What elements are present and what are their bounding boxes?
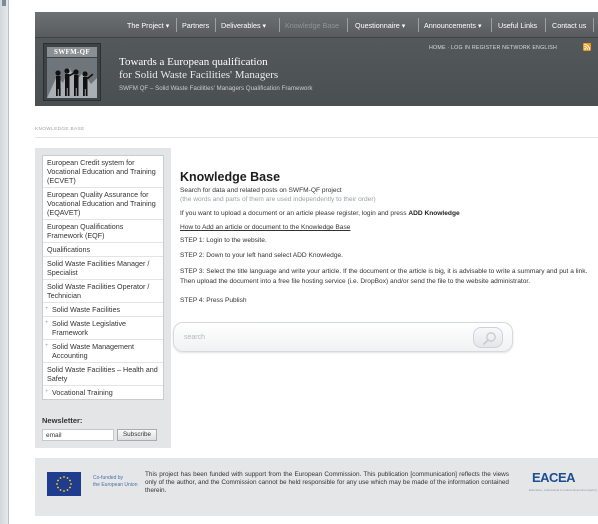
sidebar-item-eqavet[interactable]: European Quality Assurance for Vocationa…	[43, 188, 163, 220]
eacea-logo-text: EACEA	[532, 470, 576, 485]
nav-separator	[347, 18, 348, 32]
howto-link[interactable]: How to Add an article or document to the…	[180, 224, 350, 231]
site-title-line2: for Solid Waste Facilities' Managers	[119, 69, 279, 81]
eacea-subtitle: Education, Audiovisual & Culture Executi…	[529, 488, 598, 492]
left-window-edge	[0, 0, 9, 524]
search-description: Search for data and related posts on SWF…	[180, 187, 342, 194]
rss-icon[interactable]	[583, 43, 591, 51]
newsletter-label: Newsletter:	[42, 416, 83, 425]
nav-useful-links[interactable]: Useful Links	[498, 21, 537, 30]
page: The Project ▾ Partners Deliverables ▾ Kn…	[9, 0, 598, 524]
eacea-logo[interactable]: EACEA Education, Audiovisual & Culture E…	[515, 470, 598, 500]
add-knowledge-label: ADD Knowledge	[408, 210, 460, 217]
search-button[interactable]	[473, 327, 503, 348]
sidebar-item-label: Vocational Training	[52, 388, 113, 397]
sidebar-item-label: European Quality Assurance for Vocationa…	[47, 190, 156, 217]
upload-instructions-text: If you want to upload a document or an a…	[180, 210, 409, 217]
site-title-line1: Towards a European qualification	[119, 56, 268, 68]
breadcrumb: KNOWLEDGE BASE	[35, 127, 85, 132]
eu-line-1: Co-funded by	[93, 475, 124, 481]
sidebar-item-label: European Qualifications Framework (EQF)	[47, 222, 124, 240]
expand-plus-icon[interactable]: +	[45, 342, 49, 351]
magnifier-icon	[483, 332, 496, 345]
sidebar-item-label: Solid Waste Legislative Framework	[52, 319, 127, 337]
main-nav: The Project ▾ Partners Deliverables ▾ Kn…	[35, 12, 598, 38]
newsletter-email-input[interactable]	[42, 429, 114, 441]
step-4: STEP 4: Press Publish	[180, 297, 247, 304]
nav-contact-us[interactable]: Contact us	[552, 21, 586, 30]
divider	[35, 137, 598, 138]
nav-separator	[176, 18, 177, 32]
sidebar-item-solid-waste-facilities[interactable]: + Solid Waste Facilities	[43, 303, 163, 317]
nav-announcements[interactable]: Announcements ▾	[424, 21, 482, 30]
eu-flag-icon	[47, 472, 81, 496]
subscribe-button[interactable]: Subscribe	[117, 429, 157, 441]
sidebar-item-eqf[interactable]: European Qualifications Framework (EQF)	[43, 220, 163, 243]
sidebar-item-label: Solid Waste Management Accounting	[52, 342, 135, 360]
sidebar-item-label: Solid Waste Facilities – Health and Safe…	[47, 365, 158, 383]
upload-instructions: If you want to upload a document or an a…	[180, 210, 460, 217]
page-title: Knowledge Base	[180, 170, 281, 184]
sidebar-item-label: Solid Waste Facilities Manager / Special…	[47, 259, 150, 277]
top-links[interactable]: HOME · LOG IN REGISTER NETWORK ENGLISH	[429, 45, 557, 51]
nav-separator	[545, 18, 546, 32]
sidebar-item-manager-specialist[interactable]: Solid Waste Facilities Manager / Special…	[43, 257, 163, 280]
site-header: The Project ▾ Partners Deliverables ▾ Kn…	[35, 12, 598, 106]
eu-cofunded-label: Co-funded by the European Union	[93, 475, 137, 489]
nav-deliverables[interactable]: Deliverables ▾	[221, 21, 266, 30]
site-footer: Co-funded by the European Union This pro…	[35, 458, 598, 516]
site-logo[interactable]: SWFM-QF	[43, 43, 101, 101]
step-1: STEP 1: Login to the website.	[180, 237, 267, 244]
logo-workers-icon	[47, 58, 97, 98]
nav-separator	[593, 18, 594, 32]
sidebar-item-label: European Credit system for Vocational Ed…	[47, 158, 156, 185]
step-2: STEP 2: Down to your left hand select AD…	[180, 252, 343, 259]
expand-plus-icon[interactable]: +	[45, 319, 49, 328]
nav-separator	[491, 18, 492, 32]
nav-separator	[279, 18, 280, 32]
nav-the-project[interactable]: The Project ▾	[127, 21, 169, 30]
nav-knowledge-base[interactable]: Knowledge Base	[285, 21, 339, 30]
sidebar-item-operator-technician[interactable]: Solid Waste Facilities Operator / Techni…	[43, 280, 163, 303]
search-input[interactable]: search	[173, 322, 513, 352]
nav-questionnaire[interactable]: Questionnaire ▾	[355, 21, 405, 30]
sidebar-item-qualifications[interactable]: Qualifications	[43, 243, 163, 257]
sidebar-item-management-accounting[interactable]: + Solid Waste Management Accounting	[43, 340, 163, 363]
search-hint: (the words and parts of them are used in…	[180, 196, 376, 203]
sidebar-category-list: European Credit system for Vocational Ed…	[42, 155, 164, 400]
search-placeholder: search	[184, 334, 206, 341]
step-3: STEP 3: Select the title language and wr…	[180, 268, 588, 285]
site-subtitle: SWFM QF – Solid Waste Facilities' Manage…	[119, 85, 313, 92]
expand-plus-icon[interactable]: +	[45, 305, 49, 314]
sidebar-item-ecvet[interactable]: European Credit system for Vocational Ed…	[43, 156, 163, 188]
sidebar: European Credit system for Vocational Ed…	[35, 148, 171, 448]
nav-separator	[215, 18, 216, 32]
expand-plus-icon[interactable]: +	[45, 388, 49, 397]
sidebar-item-health-safety[interactable]: Solid Waste Facilities – Health and Safe…	[43, 363, 163, 386]
sidebar-item-legislative-framework[interactable]: + Solid Waste Legislative Framework	[43, 317, 163, 340]
sidebar-item-label: Solid Waste Facilities Operator / Techni…	[47, 282, 150, 300]
sidebar-item-vocational-training[interactable]: + Vocational Training	[43, 386, 163, 399]
footer-disclaimer: This project has been funded with suppor…	[145, 471, 509, 494]
sidebar-item-label: Solid Waste Facilities	[52, 305, 121, 314]
logo-text: SWFM-QF	[47, 47, 97, 57]
nav-separator	[418, 18, 419, 32]
nav-partners[interactable]: Partners	[182, 21, 209, 30]
sidebar-item-label: Qualifications	[47, 245, 91, 254]
eu-line-2: the European Union	[93, 482, 138, 488]
edge-notch	[2, 0, 6, 6]
